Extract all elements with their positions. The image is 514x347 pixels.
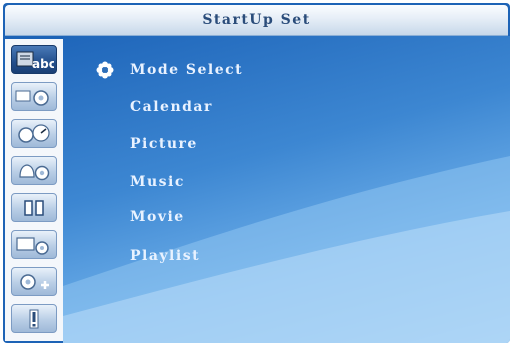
- content-panel: Mode Select Calendar Picture Music Movie…: [63, 36, 510, 343]
- clock-gear-icon: [14, 123, 54, 145]
- sidebar-item-advanced[interactable]: [11, 267, 57, 296]
- sidebar-item-alarm[interactable]: [11, 156, 57, 185]
- bell-gear-icon: [14, 160, 54, 182]
- menu-item-picture[interactable]: Picture: [130, 135, 198, 153]
- exclamation-icon: [14, 308, 54, 330]
- sidebar-item-clock[interactable]: [11, 119, 57, 148]
- settings-window: StartUp Set abc Mode Select Calendar Pic…: [3, 3, 510, 343]
- menu-item-playlist[interactable]: Playlist: [130, 247, 200, 265]
- title-bar: StartUp Set: [5, 5, 508, 36]
- dual-slot-icon: [14, 197, 54, 219]
- sidebar-item-storage[interactable]: [11, 193, 57, 222]
- gear-settings-icon: [14, 86, 54, 108]
- menu-item-mode-select[interactable]: Mode Select: [130, 61, 243, 79]
- menu-item-calendar[interactable]: Calendar: [130, 98, 213, 116]
- gear-plus-icon: [14, 271, 54, 293]
- sidebar-item-display[interactable]: [11, 230, 57, 259]
- sidebar-item-abc[interactable]: abc: [11, 45, 57, 74]
- window-title: StartUp Set: [202, 12, 311, 28]
- abc-text-icon: abc: [14, 49, 54, 71]
- menu-item-music[interactable]: Music: [130, 173, 185, 191]
- flower-selection-icon: [96, 61, 114, 79]
- sidebar-item-info[interactable]: [11, 304, 57, 333]
- sidebar-item-settings[interactable]: [11, 82, 57, 111]
- monitor-gear-icon: [14, 234, 54, 256]
- svg-text:abc: abc: [32, 57, 54, 71]
- sidebar: abc: [5, 39, 63, 341]
- menu-item-movie[interactable]: Movie: [130, 208, 185, 226]
